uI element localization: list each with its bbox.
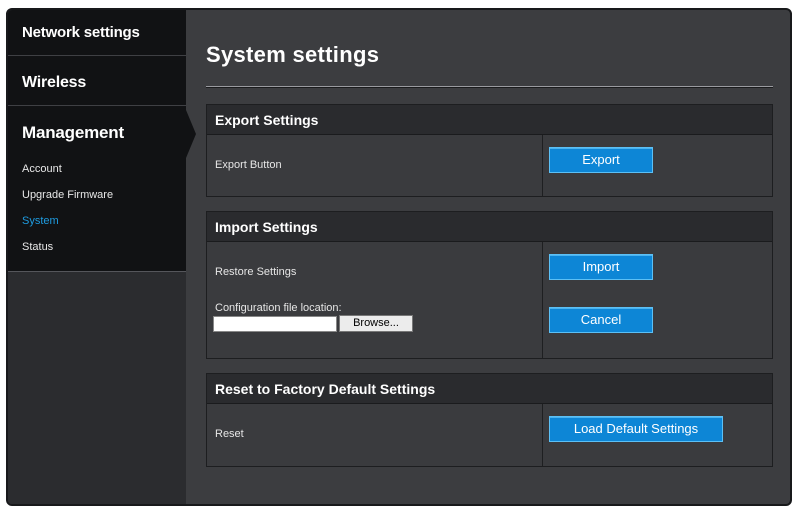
- export-settings-panel: Export Settings Export Button Export: [206, 104, 773, 197]
- column-divider: [542, 404, 543, 466]
- main-content: System settings Export Settings Export B…: [186, 10, 790, 504]
- column-divider: [542, 242, 543, 358]
- app-frame: Network settings Wireless Management Acc…: [6, 8, 792, 506]
- browse-button[interactable]: Browse...: [339, 315, 413, 332]
- sidebar-item-management[interactable]: Management Account Upgrade Firmware Syst…: [8, 106, 196, 272]
- panel-header: Reset to Factory Default Settings: [207, 374, 772, 404]
- sidebar-item-status[interactable]: Status: [22, 239, 186, 265]
- reset-settings-panel: Reset to Factory Default Settings Reset …: [206, 373, 773, 467]
- sidebar-section-label: Network settings: [22, 24, 140, 41]
- sidebar-section-label: Management: [22, 123, 124, 142]
- restore-settings-label: Restore Settings: [215, 266, 297, 278]
- export-button-label: Export Button: [215, 159, 282, 171]
- sidebar-item-wireless[interactable]: Wireless: [8, 56, 186, 106]
- panel-header: Export Settings: [207, 105, 772, 135]
- sidebar-section-label: Wireless: [22, 74, 87, 91]
- title-divider: [206, 86, 773, 88]
- import-settings-panel: Import Settings Restore Settings Configu…: [206, 211, 773, 359]
- management-submenu: Account Upgrade Firmware System Status: [8, 161, 186, 265]
- config-file-input[interactable]: [213, 316, 337, 332]
- sidebar: Network settings Wireless Management Acc…: [8, 10, 196, 504]
- load-default-settings-button[interactable]: Load Default Settings: [549, 416, 723, 442]
- column-divider: [542, 135, 543, 196]
- sidebar-item-upgrade-firmware[interactable]: Upgrade Firmware: [22, 187, 186, 213]
- import-button[interactable]: Import: [549, 254, 653, 280]
- reset-label: Reset: [215, 428, 244, 440]
- cancel-button[interactable]: Cancel: [549, 307, 653, 333]
- sidebar-item-system[interactable]: System: [22, 213, 186, 239]
- sidebar-item-network-settings[interactable]: Network settings: [8, 10, 186, 56]
- panel-header: Import Settings: [207, 212, 772, 242]
- page-title: System settings: [206, 42, 380, 67]
- sidebar-item-account[interactable]: Account: [22, 161, 186, 187]
- config-file-location-label: Configuration file location:: [215, 302, 342, 314]
- export-button[interactable]: Export: [549, 147, 653, 173]
